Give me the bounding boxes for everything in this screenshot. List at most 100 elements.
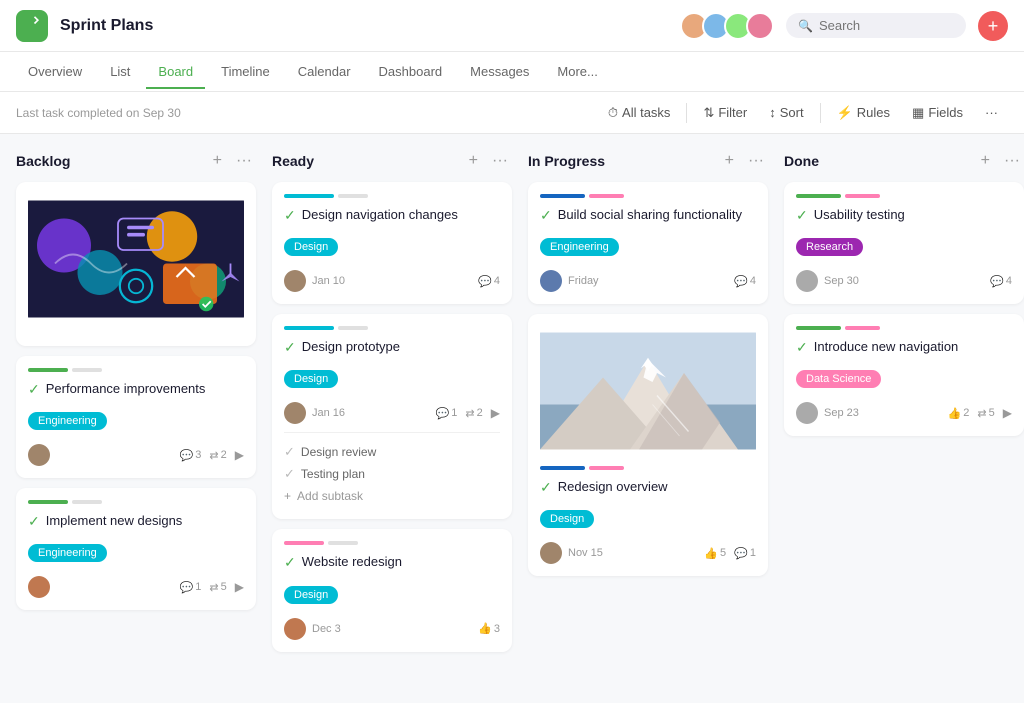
fields-btn[interactable]: ▦ Fields xyxy=(902,100,973,126)
intro-nav-expand-btn[interactable]: ▶ xyxy=(1003,406,1012,420)
intro-nav-subtasks: ⇄ 5 xyxy=(977,407,994,420)
impl-comments: 💬 1 xyxy=(180,581,202,594)
in-progress-title: In Progress xyxy=(528,153,721,169)
redesign-tag[interactable]: Design xyxy=(540,510,594,528)
add-subtask-btn[interactable]: + Add subtask xyxy=(284,485,500,507)
search-box[interactable]: 🔍 xyxy=(786,13,966,38)
impl-avatar xyxy=(28,576,50,598)
check-icon-design-nav: ✓ xyxy=(284,207,296,224)
nav-dashboard[interactable]: Dashboard xyxy=(367,56,455,89)
proto-comments: 💬 1 xyxy=(436,407,458,420)
more-toolbar-btn[interactable]: ··· xyxy=(975,100,1008,125)
done-add-btn[interactable]: + xyxy=(977,150,994,172)
usability-title: Usability testing xyxy=(814,206,905,224)
nav-overview[interactable]: Overview xyxy=(16,56,94,89)
impl-expand-btn[interactable]: ▶ xyxy=(235,580,244,594)
ready-add-btn[interactable]: + xyxy=(465,150,482,172)
add-button[interactable]: + xyxy=(978,11,1008,41)
in-progress-header: In Progress + ··· xyxy=(528,150,768,172)
subtask-check-1: ✓ xyxy=(284,444,295,460)
card-usability: ✓ Usability testing Research Sep 30 💬 4 xyxy=(784,182,1024,304)
backlog-more-btn[interactable]: ··· xyxy=(232,150,256,172)
social-check: ✓ Build social sharing functionality xyxy=(540,206,756,232)
proto-check: ✓ Design prototype xyxy=(284,338,500,364)
intro-nav-check: ✓ Introduce new navigation xyxy=(796,338,1012,364)
check-icon-social: ✓ xyxy=(540,207,552,224)
filter-btn[interactable]: ⇅ Filter xyxy=(693,100,757,126)
redesign-bar xyxy=(540,466,756,470)
social-footer: Friday 💬 4 xyxy=(540,270,756,292)
banner-image xyxy=(28,194,244,324)
sort-btn[interactable]: ↕ Sort xyxy=(759,100,813,125)
impl-check-row: ✓ Implement new designs xyxy=(28,512,244,538)
redesign-comments: 💬 1 xyxy=(734,547,756,560)
website-tag[interactable]: Design xyxy=(284,586,338,604)
impl-footer: 💬 1 ⇄ 5 ▶ xyxy=(28,576,244,598)
usability-comments: 💬 4 xyxy=(990,275,1012,288)
done-more-btn[interactable]: ··· xyxy=(1000,150,1024,172)
proto-footer: Jan 16 💬 1 ⇄ 2 ▶ xyxy=(284,402,500,424)
website-check: ✓ Website redesign xyxy=(284,553,500,579)
column-ready: Ready + ··· ✓ Design navigation changes … xyxy=(272,150,512,662)
search-input[interactable] xyxy=(819,18,954,33)
nav-messages[interactable]: Messages xyxy=(458,56,541,89)
redesign-title: Redesign overview xyxy=(558,478,668,496)
nav-calendar[interactable]: Calendar xyxy=(286,56,363,89)
column-backlog: Backlog + ··· xyxy=(16,150,256,620)
all-tasks-btn[interactable]: ⏱ All tasks xyxy=(598,100,681,126)
card-design-nav: ✓ Design navigation changes Design Jan 1… xyxy=(272,182,512,304)
nav-list[interactable]: List xyxy=(98,56,142,89)
fields-icon: ▦ xyxy=(912,105,924,121)
check-icon-redesign: ✓ xyxy=(540,479,552,496)
impl-title: Implement new designs xyxy=(46,512,183,530)
website-date: Dec 3 xyxy=(312,623,472,635)
usability-tag[interactable]: Research xyxy=(796,238,863,256)
design-nav-tag[interactable]: Design xyxy=(284,238,338,256)
proto-title: Design prototype xyxy=(302,338,400,356)
perf-comments: 💬 3 xyxy=(180,449,202,462)
intro-nav-meta: 👍 2 ⇄ 5 ▶ xyxy=(948,406,1012,420)
social-title: Build social sharing functionality xyxy=(558,206,742,224)
filter-icon: ⇅ xyxy=(703,105,714,121)
backlog-title: Backlog xyxy=(16,153,209,169)
perf-expand-btn[interactable]: ▶ xyxy=(235,448,244,462)
ready-actions: + ··· xyxy=(465,150,512,172)
done-header: Done + ··· xyxy=(784,150,1024,172)
rules-btn[interactable]: ⚡ Rules xyxy=(827,100,900,126)
design-nav-bar xyxy=(284,194,500,198)
impl-tag[interactable]: Engineering xyxy=(28,544,107,562)
website-meta: 👍 3 xyxy=(478,622,500,635)
ready-more-btn[interactable]: ··· xyxy=(488,150,512,172)
website-avatar xyxy=(284,618,306,640)
social-avatar xyxy=(540,270,562,292)
nav-more[interactable]: More... xyxy=(545,56,609,89)
card-backlog-banner xyxy=(16,182,256,346)
comment-icon-usability: 💬 xyxy=(990,275,1004,288)
perf-subtasks: ⇄ 2 xyxy=(209,449,226,462)
subtask-design-review: ✓ Design review xyxy=(284,441,500,463)
intro-nav-likes: 👍 2 xyxy=(948,407,970,420)
social-comments: 💬 4 xyxy=(734,275,756,288)
proto-date: Jan 16 xyxy=(312,407,430,419)
subtask-label-2: Testing plan xyxy=(301,467,365,481)
proto-tag[interactable]: Design xyxy=(284,370,338,388)
social-tag[interactable]: Engineering xyxy=(540,238,619,256)
in-progress-more-btn[interactable]: ··· xyxy=(744,150,768,172)
app-title: Sprint Plans xyxy=(60,17,153,35)
impl-bar xyxy=(28,500,244,504)
design-nav-comments: 💬 4 xyxy=(478,275,500,288)
intro-nav-tag[interactable]: Data Science xyxy=(796,370,881,388)
backlog-add-btn[interactable]: + xyxy=(209,150,226,172)
done-title: Done xyxy=(784,153,977,169)
app-header: Sprint Plans 🔍 + xyxy=(0,0,1024,52)
redesign-date: Nov 15 xyxy=(568,547,698,559)
check-icon-intro-nav: ✓ xyxy=(796,339,808,356)
proto-expand-btn[interactable]: ▶ xyxy=(491,406,500,420)
nav-timeline[interactable]: Timeline xyxy=(209,56,282,89)
in-progress-add-btn[interactable]: + xyxy=(721,150,738,172)
nav-board[interactable]: Board xyxy=(146,56,205,89)
perf-avatar xyxy=(28,444,50,466)
check-icon-impl: ✓ xyxy=(28,513,40,530)
perf-tag[interactable]: Engineering xyxy=(28,412,107,430)
redesign-likes: 👍 5 xyxy=(704,547,726,560)
